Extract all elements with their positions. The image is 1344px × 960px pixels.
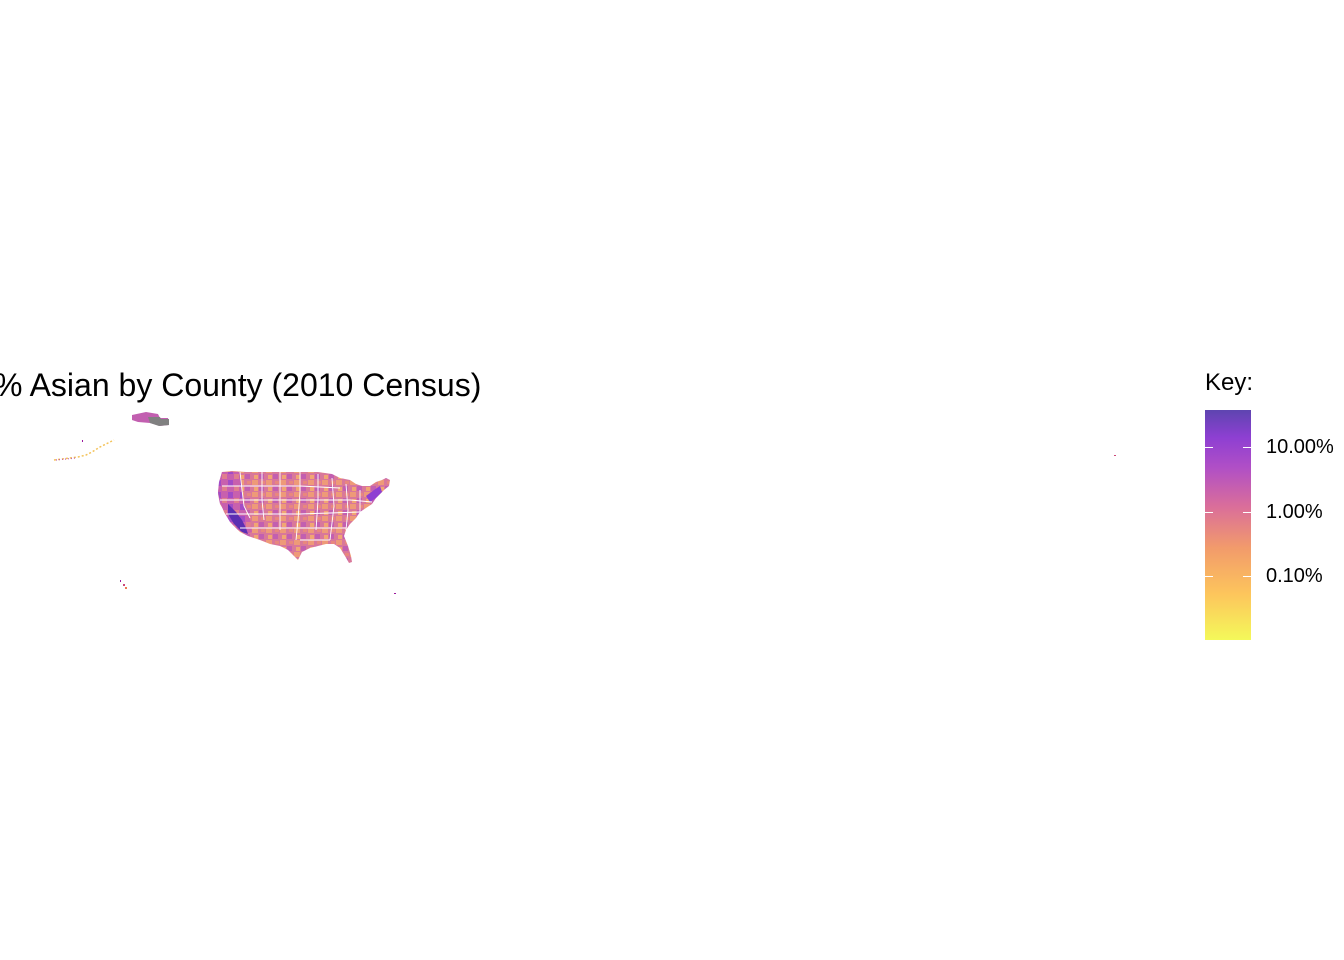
aleutian-islands [53,439,115,461]
hawaii-island-2 [123,584,125,586]
hawaii-island-3 [125,587,127,589]
legend-tick-left [1205,512,1213,513]
county-choropleth-map [53,412,1116,594]
legend-tick-label: 0.10% [1266,565,1323,587]
hawaii-region [120,580,127,589]
alaska-region [53,412,169,461]
contiguous-us-region [218,471,390,563]
legend-tick-label: 1.00% [1266,501,1323,523]
hawaii-island-1 [120,580,121,582]
legend-title: Key: [1205,369,1254,396]
legend-tick-right [1243,447,1251,448]
alaska-islet [82,440,83,442]
map-title: % Asian by County (2010 Census) [0,367,482,403]
legend-gradient [1205,410,1251,640]
legend-colorbar [1205,410,1251,640]
legend-tick-left [1205,447,1213,448]
legend-tick-right [1243,512,1251,513]
legend-tick-label: 10.00% [1266,436,1334,458]
legend-tick-left [1205,576,1213,577]
guam-territory [1114,455,1116,456]
legend-tick-right [1243,576,1251,577]
puerto-rico [394,593,396,594]
map-figure: % Asian by County (2010 Census) Key: 10.… [0,0,1344,960]
